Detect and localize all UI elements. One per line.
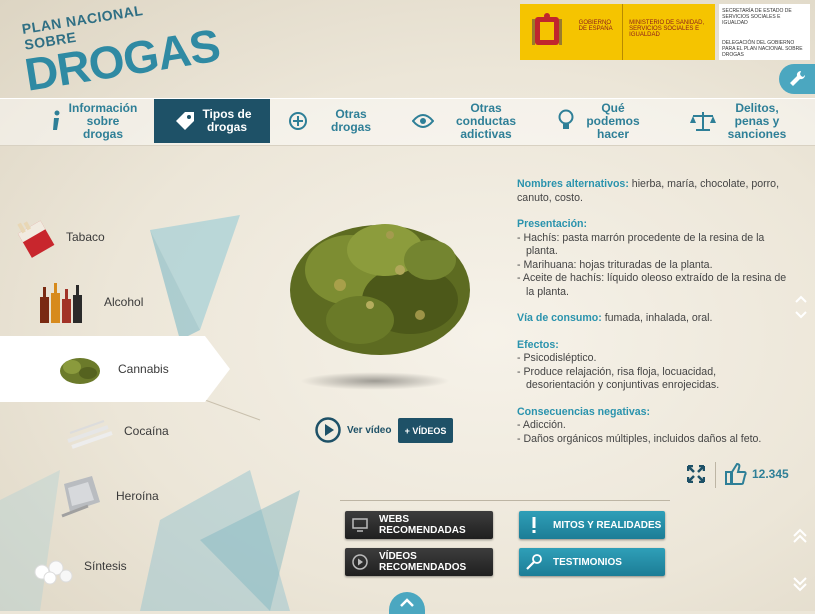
play-icon xyxy=(315,417,341,443)
recommended-videos-label: VÍDEOS RECOMENDADOS xyxy=(379,551,467,573)
recommended-videos-button[interactable]: VÍDEOS RECOMENDADOS xyxy=(345,548,493,576)
expand-icon xyxy=(686,464,706,484)
nav-otras-drogas-label: Otras drogas xyxy=(330,107,371,134)
drug-item-cocaina[interactable]: Cocaína xyxy=(64,399,169,463)
nav-delitos-label: Delitos, penas y sanciones xyxy=(727,100,787,141)
drug-item-cannabis[interactable]: Cannabis xyxy=(56,337,169,401)
info-icon xyxy=(53,110,60,130)
testimonials-button[interactable]: TESTIMONIOS xyxy=(519,548,665,576)
drug-label-cocaina: Cocaína xyxy=(124,424,169,438)
logo[interactable]: PLAN NACIONAL SOBRE DROGAS xyxy=(14,0,223,101)
ministry-label: MINISTERIO DE SANIDAD, SERVICIOS SOCIALE… xyxy=(622,4,716,60)
drug-item-heroina[interactable]: Heroína xyxy=(58,464,159,528)
nav-info[interactable]: Información sobre drogas xyxy=(50,99,146,143)
plus-circle-icon xyxy=(289,112,307,130)
delegation-label: SECRETARÍA DE ESTADO DE SERVICIOS SOCIAL… xyxy=(719,4,811,60)
gov-spain-label: GOBIERNO DE ESPAÑA xyxy=(574,4,623,60)
recommended-websites-button[interactable]: WEBS RECOMENDADAS xyxy=(345,511,493,539)
secretaria-label: SECRETARÍA DE ESTADO DE SERVICIOS SOCIAL… xyxy=(722,8,792,26)
drug-label-sintesis: Síntesis xyxy=(84,559,127,573)
cigarette-pack-icon xyxy=(17,220,55,258)
play-circle-icon xyxy=(352,554,368,570)
myths-realities-button[interactable]: MITOS Y REALIDADES xyxy=(519,511,665,539)
myths-realities-label: MITOS Y REALIDADES xyxy=(553,519,662,531)
nav-tipos[interactable]: Tipos de drogas xyxy=(154,99,270,143)
nav-tipos-label: Tipos de drogas xyxy=(202,107,252,134)
separator-line xyxy=(340,500,670,501)
coat-of-arms-icon xyxy=(520,4,575,60)
testimonials-label: TESTIMONIOS xyxy=(553,556,622,568)
chevron-up-icon xyxy=(400,598,414,607)
more-videos-button[interactable]: + VÍDEOS xyxy=(398,418,453,443)
nav-delitos[interactable]: Delitos, penas y sanciones xyxy=(690,99,800,143)
cannabis-icon xyxy=(60,358,100,384)
nav-info-label: Información sobre drogas xyxy=(68,100,138,141)
drug-label-alcohol: Alcohol xyxy=(104,295,144,309)
nav-conductas[interactable]: Otras conductas adictivas xyxy=(412,99,538,143)
nav-otras-drogas[interactable]: Otras drogas xyxy=(288,99,388,143)
tag-icon xyxy=(176,112,194,130)
image-shadow xyxy=(300,372,450,390)
effects-item: - Produce relajación, risa floja, locuac… xyxy=(517,365,720,392)
recommended-websites-label: WEBS RECOMENDADAS xyxy=(379,514,466,536)
drug-label-tabaco: Tabaco xyxy=(66,230,105,244)
pills-icon xyxy=(34,560,73,585)
drug-item-sintesis[interactable]: Síntesis xyxy=(30,534,127,598)
presentation-heading: Presentación: xyxy=(517,218,588,230)
watch-video-link[interactable]: Ver vídeo xyxy=(315,417,391,443)
presentation-section: Presentación: - Hachís: pasta marrón pro… xyxy=(517,218,787,299)
divider xyxy=(715,462,716,488)
like-count: 12.345 xyxy=(752,467,789,481)
info-scroll-control[interactable] xyxy=(793,290,809,328)
exclamation-icon xyxy=(532,517,536,533)
route-text: fumada, inhalada, oral. xyxy=(601,312,713,324)
alt-names-heading: Nombres alternativos: xyxy=(517,178,629,190)
cocaine-lines-icon xyxy=(67,420,113,449)
effects-section: Efectos: - Psicodisléptico. - Produce re… xyxy=(517,339,787,393)
effects-heading: Efectos: xyxy=(517,338,559,351)
presentation-item: - Aceite de hachís: líquido oleoso extra… xyxy=(517,272,787,298)
eye-icon xyxy=(412,114,434,128)
presentation-item: - Marihuana: hojas trituradas de la plan… xyxy=(517,258,713,271)
like-button[interactable]: 12.345 xyxy=(724,462,789,486)
double-chevron-icon xyxy=(793,528,807,592)
settings-tab[interactable] xyxy=(779,64,815,94)
nav-que-hacer[interactable]: Qué podemos hacer xyxy=(558,99,654,143)
scales-icon xyxy=(690,112,716,131)
nav-que-hacer-label: Qué podemos hacer xyxy=(586,100,640,141)
consequences-item: - Adicción. xyxy=(517,419,566,431)
drug-item-alcohol[interactable]: Alcohol xyxy=(38,270,143,334)
government-banner: GOBIERNO DE ESPAÑA MINISTERIO DE SANIDAD… xyxy=(520,4,811,60)
expand-button[interactable] xyxy=(686,464,706,488)
scroll-up-down-icon xyxy=(795,295,807,319)
wrench-icon xyxy=(790,70,806,86)
effects-item: - Psicodisléptico. xyxy=(517,352,597,364)
consequences-heading: Consecuencias negativas: xyxy=(517,405,651,418)
nav-conductas-label: Otras conductas adictivas xyxy=(455,100,516,141)
delegacion-label: DELEGACIÓN DEL GOBIERNO PARA EL PLAN NAC… xyxy=(722,40,803,58)
drug-label-heroina: Heroína xyxy=(116,489,159,503)
drug-label-cannabis: Cannabis xyxy=(118,362,169,376)
microphone-icon xyxy=(526,554,542,570)
watch-video-label: Ver vídeo xyxy=(347,424,392,436)
main-nav: Información sobre drogas Tipos de drogas… xyxy=(0,98,815,146)
drug-item-tabaco[interactable]: Tabaco xyxy=(12,205,105,269)
alt-names-section: Nombres alternativos: hierba, maría, cho… xyxy=(517,178,787,205)
heroin-foil-icon xyxy=(61,476,100,518)
presentation-item: - Hachís: pasta marrón procedente de la … xyxy=(517,231,765,258)
bottles-icon xyxy=(40,283,82,323)
lightbulb-icon xyxy=(558,109,574,129)
consequences-item: - Daños orgánicos múltiples, incluidos d… xyxy=(517,432,762,445)
cannabis-image xyxy=(290,224,470,355)
route-section: Vía de consumo: fumada, inhalada, oral. xyxy=(517,312,787,326)
thumbs-up-icon xyxy=(725,462,747,485)
consequences-section: Consecuencias negativas: - Adicción. - D… xyxy=(517,406,787,447)
route-heading: Vía de consumo: xyxy=(517,312,602,324)
monitor-icon xyxy=(352,518,368,532)
page-scroll-control[interactable] xyxy=(790,526,810,599)
drug-info-panel: Nombres alternativos: hierba, maría, cho… xyxy=(517,178,787,459)
